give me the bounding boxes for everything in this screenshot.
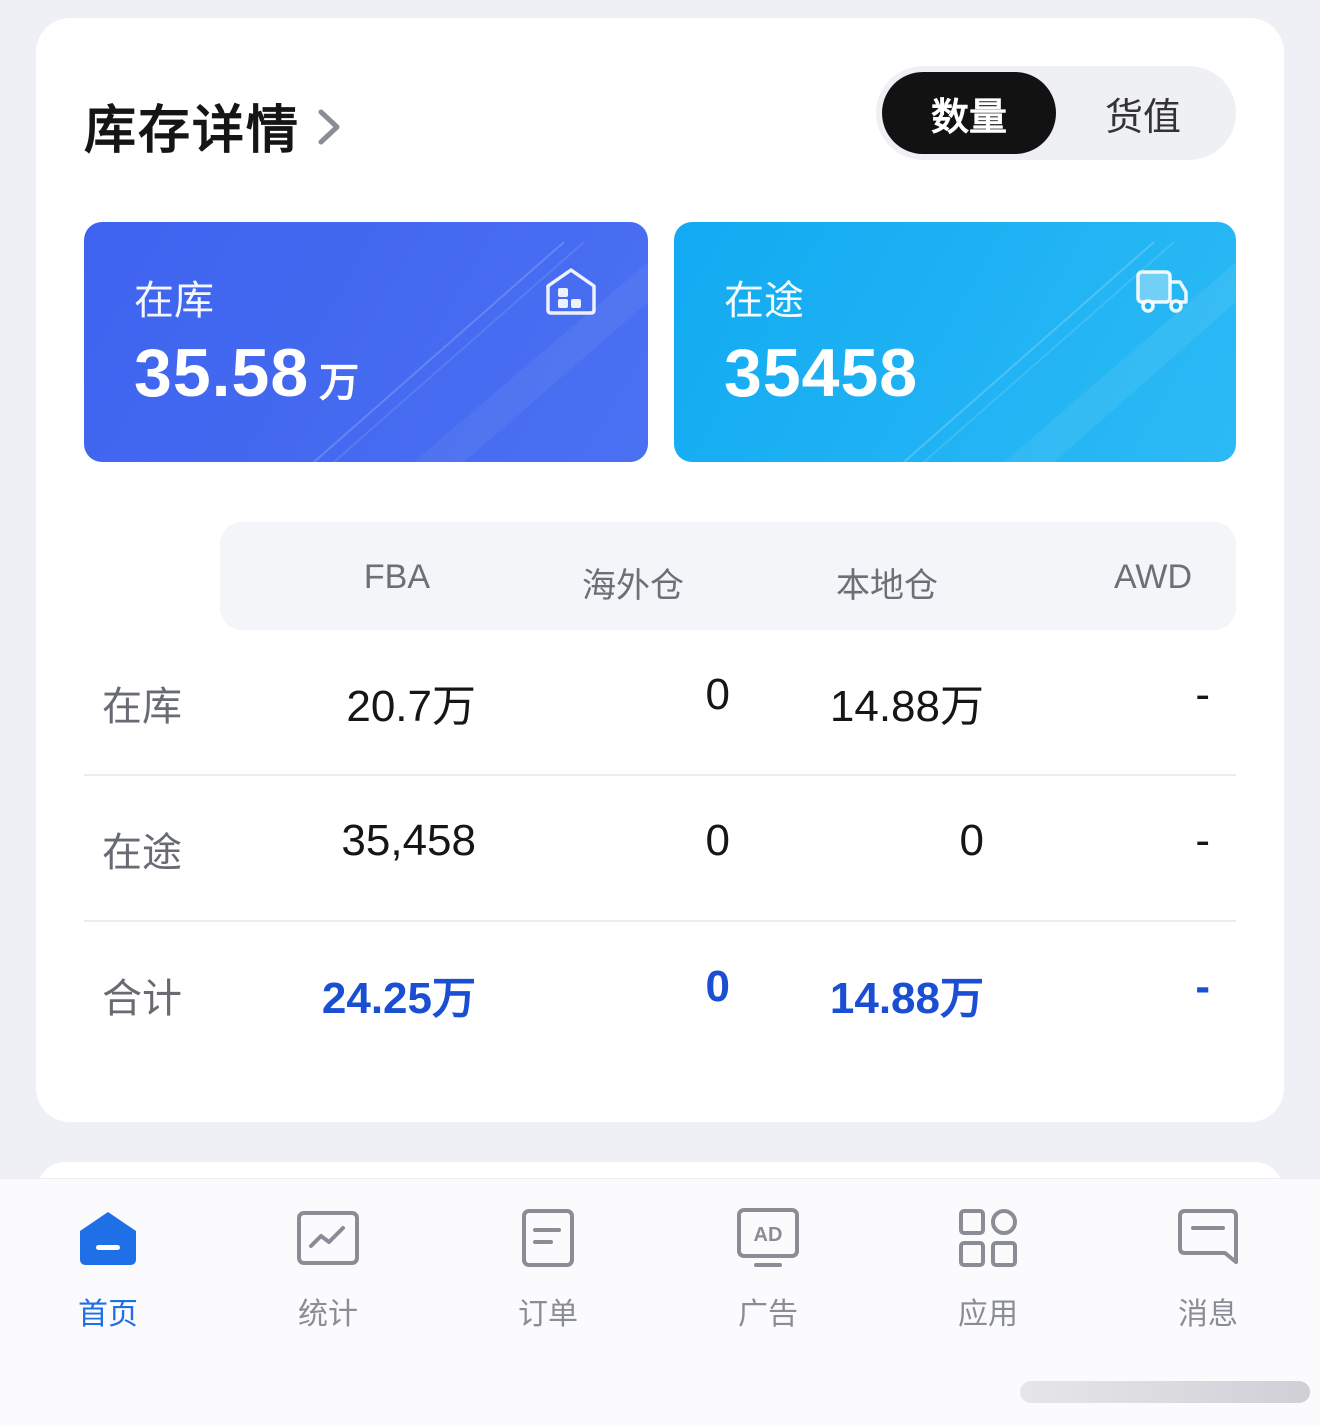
chart-icon [293, 1203, 363, 1273]
home-indicator [1020, 1381, 1310, 1403]
tab-ads[interactable]: AD 广告 [678, 1203, 858, 1333]
toggle-quantity[interactable]: 数量 [882, 72, 1056, 154]
tab-statistics[interactable]: 统计 [238, 1203, 418, 1333]
tab-home[interactable]: 首页 [18, 1203, 198, 1333]
cell-overseas: 0 [705, 816, 730, 865]
cell-local: 0 [959, 816, 984, 865]
apps-grid-icon [953, 1203, 1023, 1273]
cell-awd: - [1195, 670, 1210, 719]
table-total-row: 合计 24.25万 0 14.88万 - [84, 922, 1236, 1068]
table-row: 在途 35,458 0 0 - [84, 776, 1236, 922]
truck-icon [1134, 266, 1190, 322]
tab-label: 广告 [738, 1297, 798, 1332]
cell-overseas: 0 [705, 962, 730, 1011]
column-local-warehouse: 本地仓 [836, 567, 938, 605]
tab-orders[interactable]: 订单 [458, 1203, 638, 1333]
transit-value: 35458 [724, 334, 918, 412]
table-header: FBA 海外仓 本地仓 AWD [220, 522, 1236, 630]
tab-apps[interactable]: 应用 [898, 1203, 1078, 1333]
tab-label: 消息 [1178, 1297, 1238, 1332]
cell-local: 14.88万 [829, 974, 984, 1023]
row-label: 在途 [102, 830, 182, 876]
onhand-value: 35.58 万 [134, 334, 359, 412]
tab-label: 首页 [78, 1297, 138, 1332]
column-awd: AWD [1113, 558, 1192, 596]
cell-awd: - [1195, 816, 1210, 865]
page-title: 库存详情 [84, 101, 301, 161]
tab-label: 统计 [298, 1297, 358, 1332]
home-icon [73, 1203, 143, 1273]
row-label: 合计 [102, 976, 182, 1022]
cell-fba: 20.7万 [346, 682, 476, 731]
transit-summary-card[interactable]: 在途 35458 [674, 222, 1236, 462]
transit-number: 35458 [724, 335, 919, 411]
column-overseas-warehouse: 海外仓 [582, 567, 684, 605]
row-label: 在库 [102, 684, 182, 730]
cell-fba: 35,458 [341, 816, 476, 865]
onhand-number: 35.58 [134, 335, 310, 411]
onhand-unit: 万 [319, 360, 360, 406]
cell-overseas: 0 [705, 670, 730, 719]
svg-text:AD: AD [754, 1224, 783, 1246]
toggle-value[interactable]: 货值 [1056, 72, 1230, 154]
chevron-right-icon[interactable] [316, 106, 342, 152]
tab-label: 订单 [518, 1297, 578, 1332]
cell-fba: 24.25万 [321, 974, 476, 1023]
transit-label: 在途 [724, 278, 804, 324]
inventory-header[interactable]: 库存详情 [84, 88, 342, 163]
warehouse-icon [544, 266, 598, 320]
quantity-value-toggle: 数量 货值 [876, 66, 1236, 160]
table-row: 在库 20.7万 0 14.88万 - [84, 630, 1236, 776]
cell-local: 14.88万 [829, 682, 984, 731]
cell-awd: - [1195, 962, 1210, 1011]
message-icon [1173, 1203, 1243, 1273]
tab-label: 应用 [958, 1297, 1018, 1332]
ad-icon: AD [733, 1203, 803, 1273]
onhand-summary-card[interactable]: 在库 35.58 万 [84, 222, 648, 462]
column-fba: FBA [363, 558, 430, 596]
order-icon [513, 1203, 583, 1273]
inventory-card: 库存详情 数量 货值 在库 35.58 万 在途 35458 FBA 海外仓 本… [36, 18, 1284, 1122]
onhand-label: 在库 [134, 278, 214, 324]
tab-messages[interactable]: 消息 [1118, 1203, 1298, 1333]
